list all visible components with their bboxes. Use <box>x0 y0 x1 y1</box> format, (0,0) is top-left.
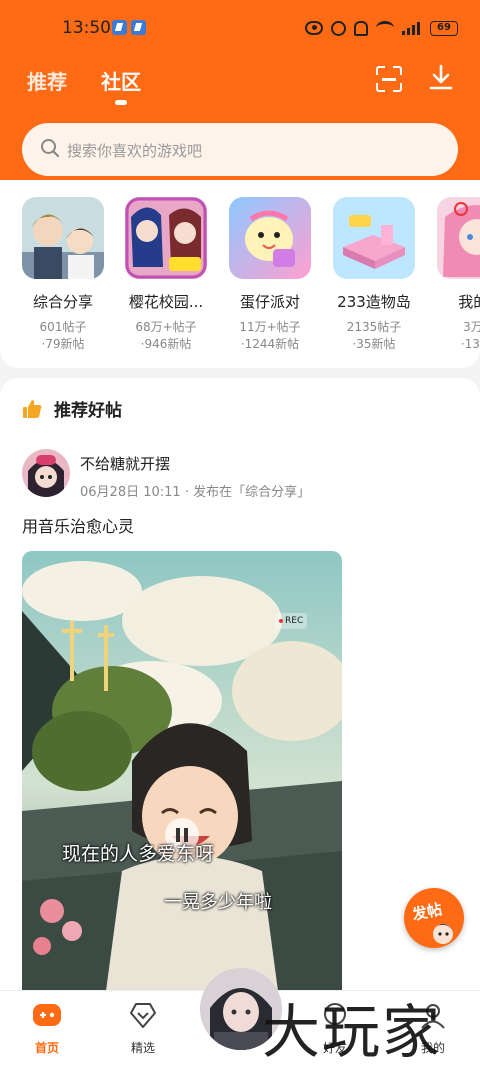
section-header: 推荐好帖 <box>22 396 122 421</box>
game-thumbnail <box>22 197 104 279</box>
eye-icon <box>305 21 323 35</box>
create-post-button[interactable]: 发帖 <box>404 888 464 948</box>
scan-icon[interactable] <box>376 66 402 92</box>
game-post-count: 2135帖子 <box>346 320 402 334</box>
battery-icon: 69 <box>430 20 458 36</box>
game-name: 蛋仔派对 <box>239 293 300 311</box>
mascot-icon <box>432 924 454 944</box>
watermark: 大玩家 <box>262 998 443 1066</box>
game-name: 综合分享 <box>32 293 93 311</box>
alarm-icon <box>331 20 346 36</box>
video-caption: 一晃多少年啦 <box>164 892 272 913</box>
game-item[interactable]: 樱花校园... 68万+帖子 ·946新帖 <box>125 197 207 353</box>
system-icons: 69 <box>305 18 458 38</box>
nav-label: 精选 <box>130 1041 155 1055</box>
signal-icon <box>402 21 422 35</box>
diamond-heart-icon <box>130 1003 156 1028</box>
game-name: 233造物岛 <box>337 293 411 311</box>
game-new-posts: ·946新帖 <box>140 337 192 351</box>
tab-recommend[interactable]: 推荐 <box>27 66 67 95</box>
post-meta: 06月28日 10:11 · 发布在「综合分享」 <box>80 485 311 500</box>
game-thumbnail <box>333 197 415 279</box>
search-icon <box>41 139 60 158</box>
game-item[interactable]: 我的2 3万+ ·1313 <box>437 197 480 353</box>
game-post-count: 68万+帖子 <box>135 320 197 334</box>
game-post-count: 3万+ <box>463 320 480 334</box>
gamepad-icon <box>33 1004 61 1026</box>
thumbs-up-icon <box>23 399 42 418</box>
game-thumbnail <box>437 197 480 279</box>
game-thumbnail <box>229 197 311 279</box>
notification-icon <box>112 20 127 35</box>
status-time: 13:50 <box>62 18 111 38</box>
section-title: 推荐好帖 <box>54 401 122 421</box>
post-video[interactable]: REC 现在的人多爱东呀 一晃多少年啦 <box>22 551 342 1018</box>
video-caption: 现在的人多爱东呀 <box>62 843 215 865</box>
author-avatar[interactable] <box>22 449 70 497</box>
download-icon[interactable] <box>428 64 454 92</box>
game-name: 樱花校园... <box>128 293 204 311</box>
nav-featured[interactable]: 精选 <box>113 1001 173 1056</box>
author-name[interactable]: 不给糖就开摆 <box>80 453 170 474</box>
game-name: 我的2 <box>458 293 480 311</box>
game-new-posts: ·35新帖 <box>352 337 396 351</box>
status-bar: 13:50 69 <box>0 0 480 58</box>
notification-icon <box>131 20 146 35</box>
game-thumbnail <box>125 197 207 279</box>
game-post-count: 11万+帖子 <box>239 320 301 334</box>
nav-home[interactable]: 首页 <box>17 1001 77 1056</box>
rec-badge: REC <box>275 613 308 629</box>
game-new-posts: ·79新帖 <box>41 337 85 351</box>
game-list: 综合分享 601帖子 ·79新帖 樱花校园... 68万+帖子 ·946新帖 蛋… <box>0 180 480 368</box>
mute-bell-icon <box>354 20 368 36</box>
game-item[interactable]: 蛋仔派对 11万+帖子 ·1244新帖 <box>229 197 311 353</box>
game-item[interactable]: 233造物岛 2135帖子 ·35新帖 <box>333 197 415 353</box>
game-new-posts: ·1244新帖 <box>240 337 300 351</box>
wifi-icon <box>376 21 394 35</box>
top-tabs: 推荐 社区 <box>0 58 480 110</box>
search-input[interactable]: 搜索你喜欢的游戏吧 <box>22 123 458 176</box>
active-tab-indicator <box>115 100 127 105</box>
nav-label: 首页 <box>34 1041 59 1055</box>
top-header: 13:50 69 推荐 社区 搜索你喜欢的游戏吧 <box>0 0 480 192</box>
search-placeholder: 搜索你喜欢的游戏吧 <box>67 142 203 160</box>
game-item[interactable]: 综合分享 601帖子 ·79新帖 <box>22 197 104 353</box>
post-text[interactable]: 用音乐治愈心灵 <box>22 513 134 537</box>
tab-community[interactable]: 社区 <box>101 66 141 95</box>
game-new-posts: ·1313 <box>460 337 480 351</box>
game-post-count: 601帖子 <box>39 320 87 334</box>
